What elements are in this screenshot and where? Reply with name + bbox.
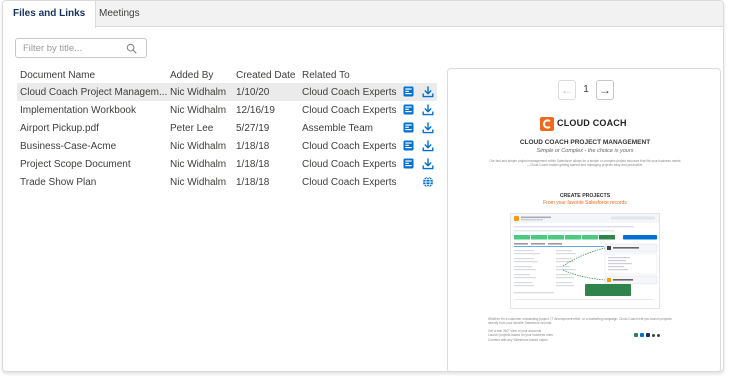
cell-added-by: Nic Widhalm (167, 83, 233, 101)
column-header-icon-b (418, 68, 437, 83)
cell-created-date: 5/27/19 (236, 122, 270, 134)
doc-bullet: Connect with any Salesforce-based object (488, 337, 548, 342)
files-card: Files and Links Meetings Document Name A… (2, 0, 724, 372)
cell-preview-action-empty (399, 173, 418, 191)
cell-document-name[interactable]: Business-Case-Acme (17, 137, 167, 155)
globe-link-icon[interactable] (422, 176, 434, 188)
next-page-button[interactable]: → (596, 80, 614, 100)
table-row[interactable]: Cloud Coach Project Managem... Nic Widha… (17, 83, 437, 101)
search-icon[interactable] (126, 43, 137, 54)
filter-field (15, 38, 147, 58)
cell-document-name[interactable]: Airport Pickup.pdf (17, 119, 167, 137)
slides-icon[interactable] (403, 140, 414, 151)
cell-document-name[interactable]: Project Scope Document (17, 155, 167, 173)
doc-section-subheading: From your favorite Salesforce records (543, 200, 627, 206)
cell-related-to[interactable]: Cloud Coach Experts (299, 83, 399, 101)
cell-document-name[interactable]: Implementation Workbook (17, 101, 167, 119)
dot-decoration (640, 333, 644, 337)
cell-added-by: Nic Widhalm (170, 104, 227, 116)
table-row[interactable]: Trade Show Plan Nic Widhalm 1/18/18 Clou… (17, 173, 437, 191)
column-header-created-date[interactable]: Created Date (233, 68, 299, 83)
table-row[interactable]: Project Scope Document Nic Widhalm 1/18/… (17, 155, 437, 173)
document-preview-panel: ← 1 → CLOUD COACH CLOUD COACH PROJECT MA… (447, 68, 721, 371)
page-number: 1 (583, 84, 589, 95)
cell-created-date: 1/18/18 (236, 140, 270, 152)
tab-meetings[interactable]: Meetings (89, 1, 150, 27)
cell-created-date: 12/16/19 (236, 104, 275, 116)
doc-section-heading: CREATE PROJECTS (559, 193, 611, 199)
cell-document-name[interactable]: Cloud Coach Project Managem... (17, 83, 167, 101)
cell-preview-action (399, 155, 418, 173)
cell-related-to[interactable]: Cloud Coach Experts (299, 137, 399, 155)
cell-download-action (418, 101, 437, 119)
dot-decoration (634, 333, 638, 337)
previous-page-button[interactable]: ← (558, 80, 576, 100)
slides-icon[interactable] (403, 158, 414, 169)
logo-text: CLOUD COACH (557, 118, 627, 128)
dot-decoration (657, 333, 660, 337)
cell-related-to[interactable]: Cloud Coach Experts (299, 101, 399, 119)
doc-screenshot-illustration (511, 214, 659, 300)
doc-title: CLOUD COACH PROJECT MANAGEMENT (519, 139, 651, 146)
cloud-coach-logo-icon (540, 117, 554, 131)
documents-table: Document Name Added By Created Date Rela… (17, 68, 437, 191)
cell-added-by: Nic Widhalm (170, 158, 227, 170)
column-header-document-name[interactable]: Document Name (17, 68, 167, 83)
page: Files and Links Meetings Document Name A… (0, 0, 730, 380)
cell-download-action (418, 155, 437, 173)
cell-added-by: Nic Widhalm (170, 140, 227, 152)
table-row[interactable]: Implementation Workbook Nic Widhalm 12/1… (17, 101, 437, 119)
cell-document-name[interactable]: Trade Show Plan (17, 173, 167, 191)
cell-preview-action (399, 137, 418, 155)
doc-subtitle: Simple or Complex - the choice is yours (536, 148, 634, 154)
cell-related-to[interactable]: Cloud Coach Experts (299, 155, 399, 173)
dot-decoration (652, 333, 655, 337)
cell-download-action (418, 137, 437, 155)
tab-bar: Files and Links Meetings (3, 1, 723, 28)
table-row[interactable]: Business-Case-Acme Nic Widhalm 1/18/18 C… (17, 137, 437, 155)
doc-screenshot (510, 213, 660, 309)
table-row[interactable]: Airport Pickup.pdf Peter Lee 5/27/19 Ass… (17, 119, 437, 137)
download-icon[interactable] (422, 104, 434, 116)
download-icon[interactable] (422, 122, 434, 134)
doc-paragraph: Our fast and simple project management w… (489, 159, 681, 167)
cell-added-by: Nic Widhalm (170, 176, 227, 188)
doc-bullet-list: Get a true 360° view of your accounts La… (488, 329, 608, 342)
cell-preview-action (399, 83, 418, 101)
cell-preview-action (399, 119, 418, 137)
dot-decoration (646, 333, 650, 337)
cell-added-by: Peter Lee (170, 122, 214, 134)
column-header-icon-a (399, 68, 418, 83)
column-header-added-by[interactable]: Added By (167, 68, 233, 83)
table-header-row: Document Name Added By Created Date Rela… (17, 68, 437, 83)
cell-download-action (418, 83, 437, 101)
slides-icon[interactable] (403, 86, 414, 97)
cell-link-action (418, 173, 437, 191)
tab-files-and-links[interactable]: Files and Links (3, 1, 97, 28)
doc-footer-text: Whether it's a customer onboarding proje… (488, 317, 672, 325)
cell-created-date: 1/18/18 (236, 158, 270, 170)
filter-input[interactable] (23, 41, 123, 55)
cell-created-date: 1/18/18 (236, 176, 270, 188)
cell-related-to[interactable]: Assemble Team (299, 119, 399, 137)
column-header-related-to[interactable]: Related To (299, 68, 399, 83)
cell-download-action (418, 119, 437, 137)
cell-created-date: 1/10/20 (233, 83, 299, 101)
slides-icon[interactable] (403, 104, 414, 115)
download-icon[interactable] (422, 158, 434, 170)
download-icon[interactable] (422, 140, 434, 152)
cell-preview-action (399, 101, 418, 119)
download-icon[interactable] (422, 86, 434, 98)
cell-related-to[interactable]: Cloud Coach Experts (299, 173, 399, 191)
slides-icon[interactable] (403, 122, 414, 133)
